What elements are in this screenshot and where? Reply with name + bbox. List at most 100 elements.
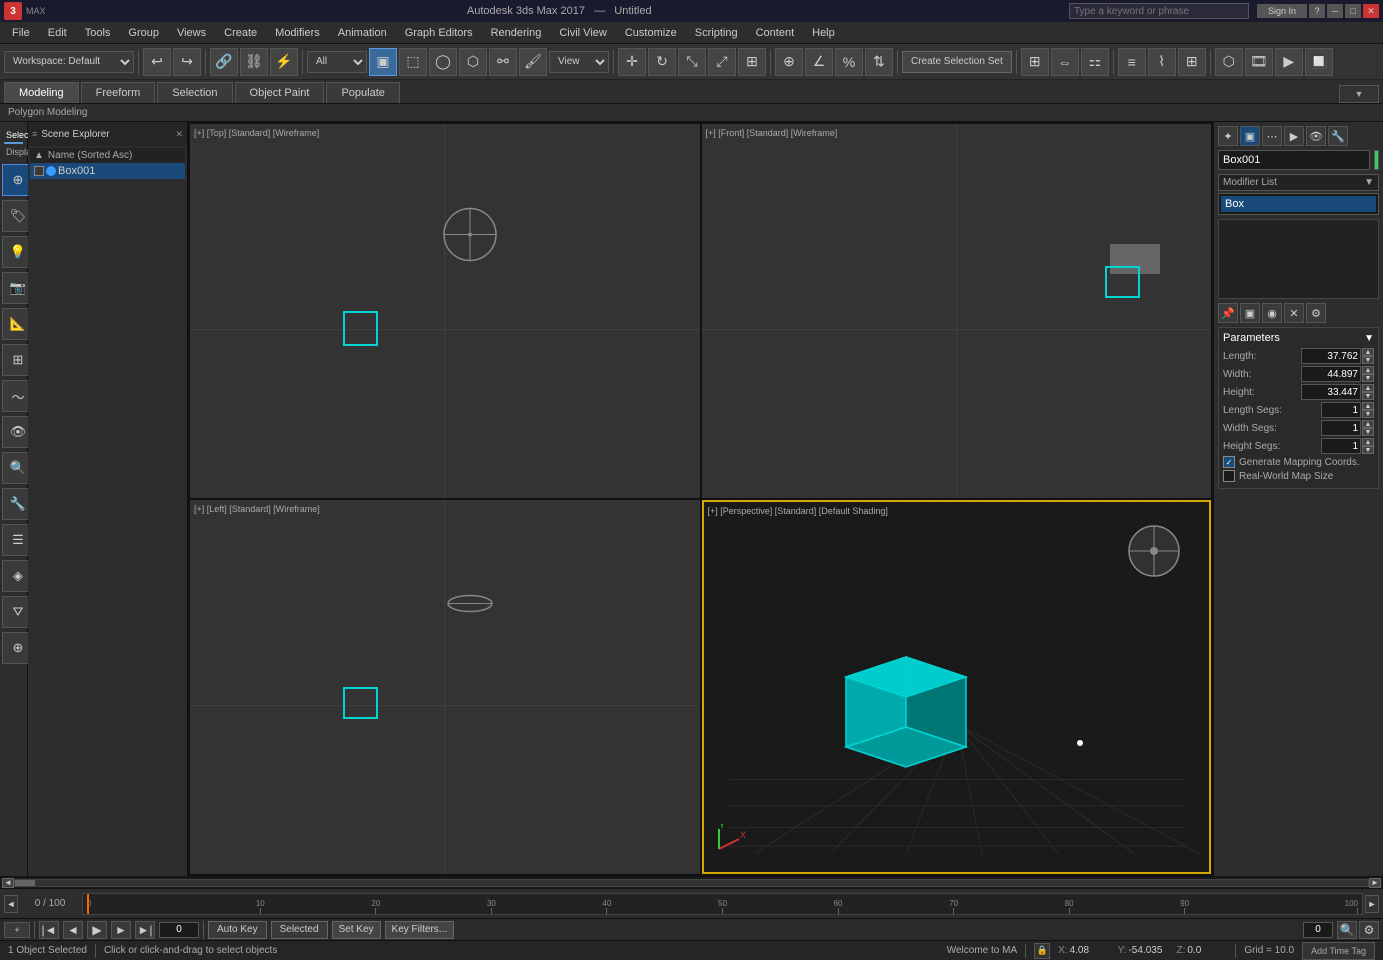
- anim-config-btn[interactable]: ⚙: [1359, 921, 1379, 939]
- layer-manager-btn[interactable]: ≡: [1118, 48, 1146, 76]
- play-btn[interactable]: ▶: [87, 921, 107, 939]
- keyword-search-input[interactable]: [1069, 3, 1249, 19]
- length-segs-spin-up[interactable]: ▲: [1362, 402, 1374, 410]
- go-to-start-btn[interactable]: |◄: [39, 921, 59, 939]
- param-height-segs-input[interactable]: [1321, 438, 1361, 454]
- width-spin-up[interactable]: ▲: [1362, 366, 1374, 374]
- add-time-tag-btn[interactable]: Add Time Tag: [1302, 942, 1375, 960]
- length-segs-spin-down[interactable]: ▼: [1362, 410, 1374, 418]
- tab-modeling[interactable]: Modeling: [4, 82, 79, 103]
- angle-snap-btn[interactable]: ∠: [805, 48, 833, 76]
- select-btn[interactable]: ▣: [369, 48, 397, 76]
- anim-search-btn[interactable]: 🔍: [1337, 921, 1357, 939]
- param-width-segs-input[interactable]: [1321, 420, 1361, 436]
- width-segs-spin-down[interactable]: ▼: [1362, 428, 1374, 436]
- rp-create-btn[interactable]: ✦: [1218, 126, 1238, 146]
- help-btn[interactable]: ?: [1309, 4, 1325, 18]
- modifier-show-result-btn[interactable]: ▣: [1240, 303, 1260, 323]
- menu-modifiers[interactable]: Modifiers: [267, 25, 328, 41]
- current-frame-input[interactable]: [159, 922, 199, 938]
- width-segs-spin-up[interactable]: ▲: [1362, 420, 1374, 428]
- rp-hierarchy-btn[interactable]: ⋯: [1262, 126, 1282, 146]
- timeline-scroll-bar[interactable]: ◄ ►: [0, 876, 1383, 888]
- object-color-swatch[interactable]: [1374, 150, 1379, 170]
- select-link-btn[interactable]: 🔗: [210, 48, 238, 76]
- height-spin-down[interactable]: ▼: [1362, 392, 1374, 400]
- view-dropdown[interactable]: View: [549, 51, 609, 73]
- height-spin-up[interactable]: ▲: [1362, 384, 1374, 392]
- modifier-item-box[interactable]: Box: [1221, 196, 1376, 212]
- redo-btn[interactable]: ↪: [173, 48, 201, 76]
- undo-btn[interactable]: ↩: [143, 48, 171, 76]
- add-key-btn[interactable]: +: [4, 922, 30, 938]
- paint-selection-btn[interactable]: 🖌: [519, 48, 547, 76]
- key-filters-btn[interactable]: Key Filters...: [385, 921, 455, 939]
- menu-edit[interactable]: Edit: [40, 25, 75, 41]
- timeline-scroll-left[interactable]: ◄: [2, 878, 14, 888]
- render-setup-btn[interactable]: 🎞: [1245, 48, 1273, 76]
- tab-object-paint[interactable]: Object Paint: [235, 82, 325, 103]
- scene-panel-close-icon[interactable]: ✕: [175, 129, 183, 140]
- height-segs-spin-up[interactable]: ▲: [1362, 438, 1374, 446]
- modifier-remove-btn[interactable]: ✕: [1284, 303, 1304, 323]
- menu-views[interactable]: Views: [169, 25, 214, 41]
- render-frame-btn[interactable]: ▶: [1275, 48, 1303, 76]
- modifier-list-dropdown[interactable]: Modifier List ▼: [1218, 174, 1379, 191]
- timeline-scroll-thumb[interactable]: [15, 880, 35, 886]
- timeline-left-arrow[interactable]: ◄: [4, 895, 18, 913]
- workspace-dropdown[interactable]: Workspace: Default: [4, 51, 134, 73]
- select-region-fence-btn[interactable]: ⬡: [459, 48, 487, 76]
- tab-options-btn[interactable]: ▼: [1339, 85, 1379, 103]
- menu-graph-editors[interactable]: Graph Editors: [397, 25, 481, 41]
- scale-btn[interactable]: ⤡: [678, 48, 706, 76]
- real-world-checkbox[interactable]: [1223, 470, 1235, 482]
- subtab-select[interactable]: Select: [4, 128, 23, 144]
- param-length-input[interactable]: [1301, 348, 1361, 364]
- go-to-end-btn[interactable]: ►|: [135, 921, 155, 939]
- spinner-snap-btn[interactable]: ⇅: [865, 48, 893, 76]
- menu-scripting[interactable]: Scripting: [687, 25, 746, 41]
- unlink-btn[interactable]: ⛓: [240, 48, 268, 76]
- object-name-input[interactable]: [1218, 150, 1370, 170]
- close-btn[interactable]: ✕: [1363, 4, 1379, 18]
- snap-toggle-btn[interactable]: ⊕: [775, 48, 803, 76]
- modifier-pin-btn[interactable]: 📌: [1218, 303, 1238, 323]
- params-collapse-btn[interactable]: ▼: [1364, 333, 1374, 344]
- render-btn[interactable]: 🔲: [1305, 48, 1333, 76]
- menu-create[interactable]: Create: [216, 25, 265, 41]
- menu-tools[interactable]: Tools: [77, 25, 119, 41]
- percent-snap-btn[interactable]: %: [835, 48, 863, 76]
- auto-key-btn[interactable]: Auto Key: [208, 921, 267, 939]
- tab-freeform[interactable]: Freeform: [81, 82, 156, 103]
- tab-populate[interactable]: Populate: [326, 82, 399, 103]
- menu-rendering[interactable]: Rendering: [483, 25, 550, 41]
- modifier-config-btn[interactable]: ⚙: [1306, 303, 1326, 323]
- rp-motion-btn[interactable]: ▶: [1284, 126, 1304, 146]
- frame-counter-input[interactable]: [1303, 922, 1333, 938]
- tab-selection[interactable]: Selection: [157, 82, 232, 103]
- length-spin-down[interactable]: ▼: [1362, 356, 1374, 364]
- rp-modify-btn[interactable]: ▣: [1240, 126, 1260, 146]
- menu-civil-view[interactable]: Civil View: [551, 25, 614, 41]
- menu-group[interactable]: Group: [120, 25, 167, 41]
- param-width-input[interactable]: [1301, 366, 1361, 382]
- move-btn[interactable]: ✛: [618, 48, 646, 76]
- length-spin-up[interactable]: ▲: [1362, 348, 1374, 356]
- align-btn[interactable]: ⚏: [1081, 48, 1109, 76]
- lock-icon[interactable]: 🔒: [1034, 943, 1050, 959]
- menu-file[interactable]: File: [4, 25, 38, 41]
- set-key-btn[interactable]: Set Key: [332, 921, 381, 939]
- gen-mapping-checkbox[interactable]: ✓: [1223, 456, 1235, 468]
- rotate-btn[interactable]: ↻: [648, 48, 676, 76]
- curve-editor-btn[interactable]: ⌇: [1148, 48, 1176, 76]
- next-frame-btn[interactable]: ►: [111, 921, 131, 939]
- menu-help[interactable]: Help: [804, 25, 843, 41]
- place-btn[interactable]: ⊞: [738, 48, 766, 76]
- perspective-nav-gizmo[interactable]: [1124, 521, 1184, 584]
- height-segs-spin-down[interactable]: ▼: [1362, 446, 1374, 454]
- select-region-lasso-btn[interactable]: ⚯: [489, 48, 517, 76]
- prev-frame-btn[interactable]: ◄: [63, 921, 83, 939]
- viewport-perspective[interactable]: [+] [Perspective] [Standard] [Default Sh…: [702, 500, 1212, 874]
- timeline-scroll-right[interactable]: ►: [1369, 878, 1381, 888]
- timeline-scroll-track[interactable]: [14, 879, 1369, 887]
